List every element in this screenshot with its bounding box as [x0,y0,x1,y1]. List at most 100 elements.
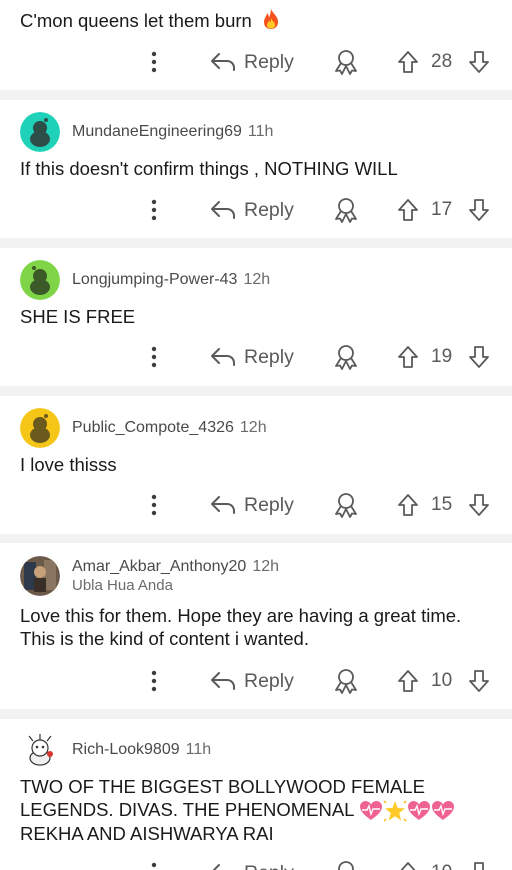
reply-button[interactable]: Reply [210,661,294,701]
comment-header: Amar_Akbar_Anthony20 12h Ubla Hua Anda [20,556,279,596]
downvote-button[interactable] [468,485,490,525]
comment-actions: Reply 10 [0,853,512,870]
downvote-button[interactable] [468,337,490,377]
upvote-button[interactable] [397,190,419,230]
username-link[interactable]: Longjumping-Power-43 [72,271,237,289]
comment-body: I love thisss [20,454,117,475]
downvote-button[interactable] [468,42,490,82]
downvote-icon [474,862,484,870]
more-vertical-icon [151,670,157,692]
glowing-star-icon [383,800,407,822]
username-link[interactable]: Public_Compote_4326 [72,419,234,437]
user-avatar[interactable] [20,556,60,596]
comment-body: TWO OF THE BIGGEST BOLLYWOOD FEMALE LEGE… [20,775,488,845]
comment-actions: Reply 10 [0,661,512,701]
reply-button[interactable]: Reply [210,190,294,230]
comment-card: Amar_Akbar_Anthony20 12h Ubla Hua Anda L… [0,543,512,709]
comment-body-line-with-emoji: LEGENDS. DIVAS. THE PHENOMENAL [20,798,488,822]
comment-feed: C'mon queens let them burn Reply 28 Mund… [0,0,512,870]
reply-label: Reply [244,198,294,221]
comment-header: MundaneEngineering69 11h [20,112,273,152]
more-options-button[interactable] [144,42,164,82]
reply-button[interactable]: Reply [210,42,294,82]
reply-button[interactable]: Reply [210,337,294,377]
comment-header: Public_Compote_4326 12h [20,408,267,448]
reply-button[interactable]: Reply [210,485,294,525]
user-avatar[interactable] [20,112,60,152]
timestamp: 12h [252,558,280,575]
user-avatar[interactable] [20,260,60,300]
upvote-icon [398,51,418,73]
upvote-button[interactable] [397,485,419,525]
upvote-button[interactable] [397,42,419,82]
downvote-icon [469,346,489,368]
user-avatar[interactable] [20,730,60,770]
comment-text: C'mon queens let them burn [20,10,252,31]
comment-actions: Reply 15 [0,485,512,525]
comment-card: Longjumping-Power-43 12h SHE IS FREE Rep… [0,248,512,386]
downvote-icon [469,51,489,73]
vote-count: 19 [431,346,453,367]
upvote-button[interactable] [397,661,419,701]
comment-body: SHE IS FREE [20,306,136,327]
reply-icon [211,496,235,514]
timestamp: 12h [243,271,271,288]
user-avatar[interactable] [20,408,60,448]
more-options-button[interactable] [144,190,164,230]
comment-body: Love this for them. Hope they are having… [20,605,462,649]
comment-body-line: TWO OF THE BIGGEST BOLLYWOOD FEMALE [20,776,426,797]
reply-icon [211,672,235,690]
comment-header: Longjumping-Power-43 12h [20,260,270,300]
reply-button[interactable]: Reply [210,853,294,870]
downvote-icon [469,670,489,692]
downvote-button[interactable] [468,853,490,870]
downvote-icon [469,494,489,516]
award-icon [335,198,357,223]
user-flair: Ubla Hua Anda [72,577,173,594]
award-icon [335,669,357,694]
reply-label: Reply [244,669,294,692]
comment-body: If this doesn't confirm things , NOTHING… [20,158,398,179]
comment-card: C'mon queens let them burn Reply 28 [0,0,512,90]
comment-header: Rich-Look9809 11h [20,730,211,770]
username-link[interactable]: MundaneEngineering69 [72,123,242,141]
downvote-button[interactable] [468,661,490,701]
username-link[interactable]: Rich-Look9809 [72,741,180,759]
more-vertical-icon [151,346,157,368]
downvote-button[interactable] [468,190,490,230]
more-vertical-icon [151,51,157,73]
reply-icon [211,348,235,366]
vote-count: 10 [431,670,453,691]
more-vertical-icon [151,862,157,868]
upvote-button[interactable] [397,853,419,870]
award-button[interactable] [332,190,360,230]
reply-label: Reply [244,862,294,870]
upvote-button[interactable] [397,337,419,377]
comment-actions: Reply 19 [0,337,512,377]
upvote-icon [398,670,418,692]
emoji-group [359,800,455,822]
upvote-icon [398,494,418,516]
award-button[interactable] [332,42,360,82]
downvote-icon [469,199,489,221]
comment-body-line: REKHA AND AISHWARYA RAI [20,823,274,845]
fire-icon [263,9,278,29]
reply-icon [211,201,235,219]
username-link[interactable]: Amar_Akbar_Anthony20 [72,558,246,576]
comment-actions: Reply 17 [0,190,512,230]
award-button[interactable] [332,853,360,870]
upvote-icon [398,346,418,368]
award-button[interactable] [332,337,360,377]
award-button[interactable] [332,485,360,525]
more-options-button[interactable] [144,853,164,870]
vote-count: 10 [431,853,452,870]
more-options-button[interactable] [144,485,164,525]
reply-label: Reply [244,50,294,73]
more-options-button[interactable] [144,337,164,377]
heartpulse-icon [407,801,430,821]
reply-icon [212,864,220,870]
award-button[interactable] [332,661,360,701]
award-icon [335,50,357,75]
award-icon [338,861,354,870]
more-options-button[interactable] [144,661,164,701]
